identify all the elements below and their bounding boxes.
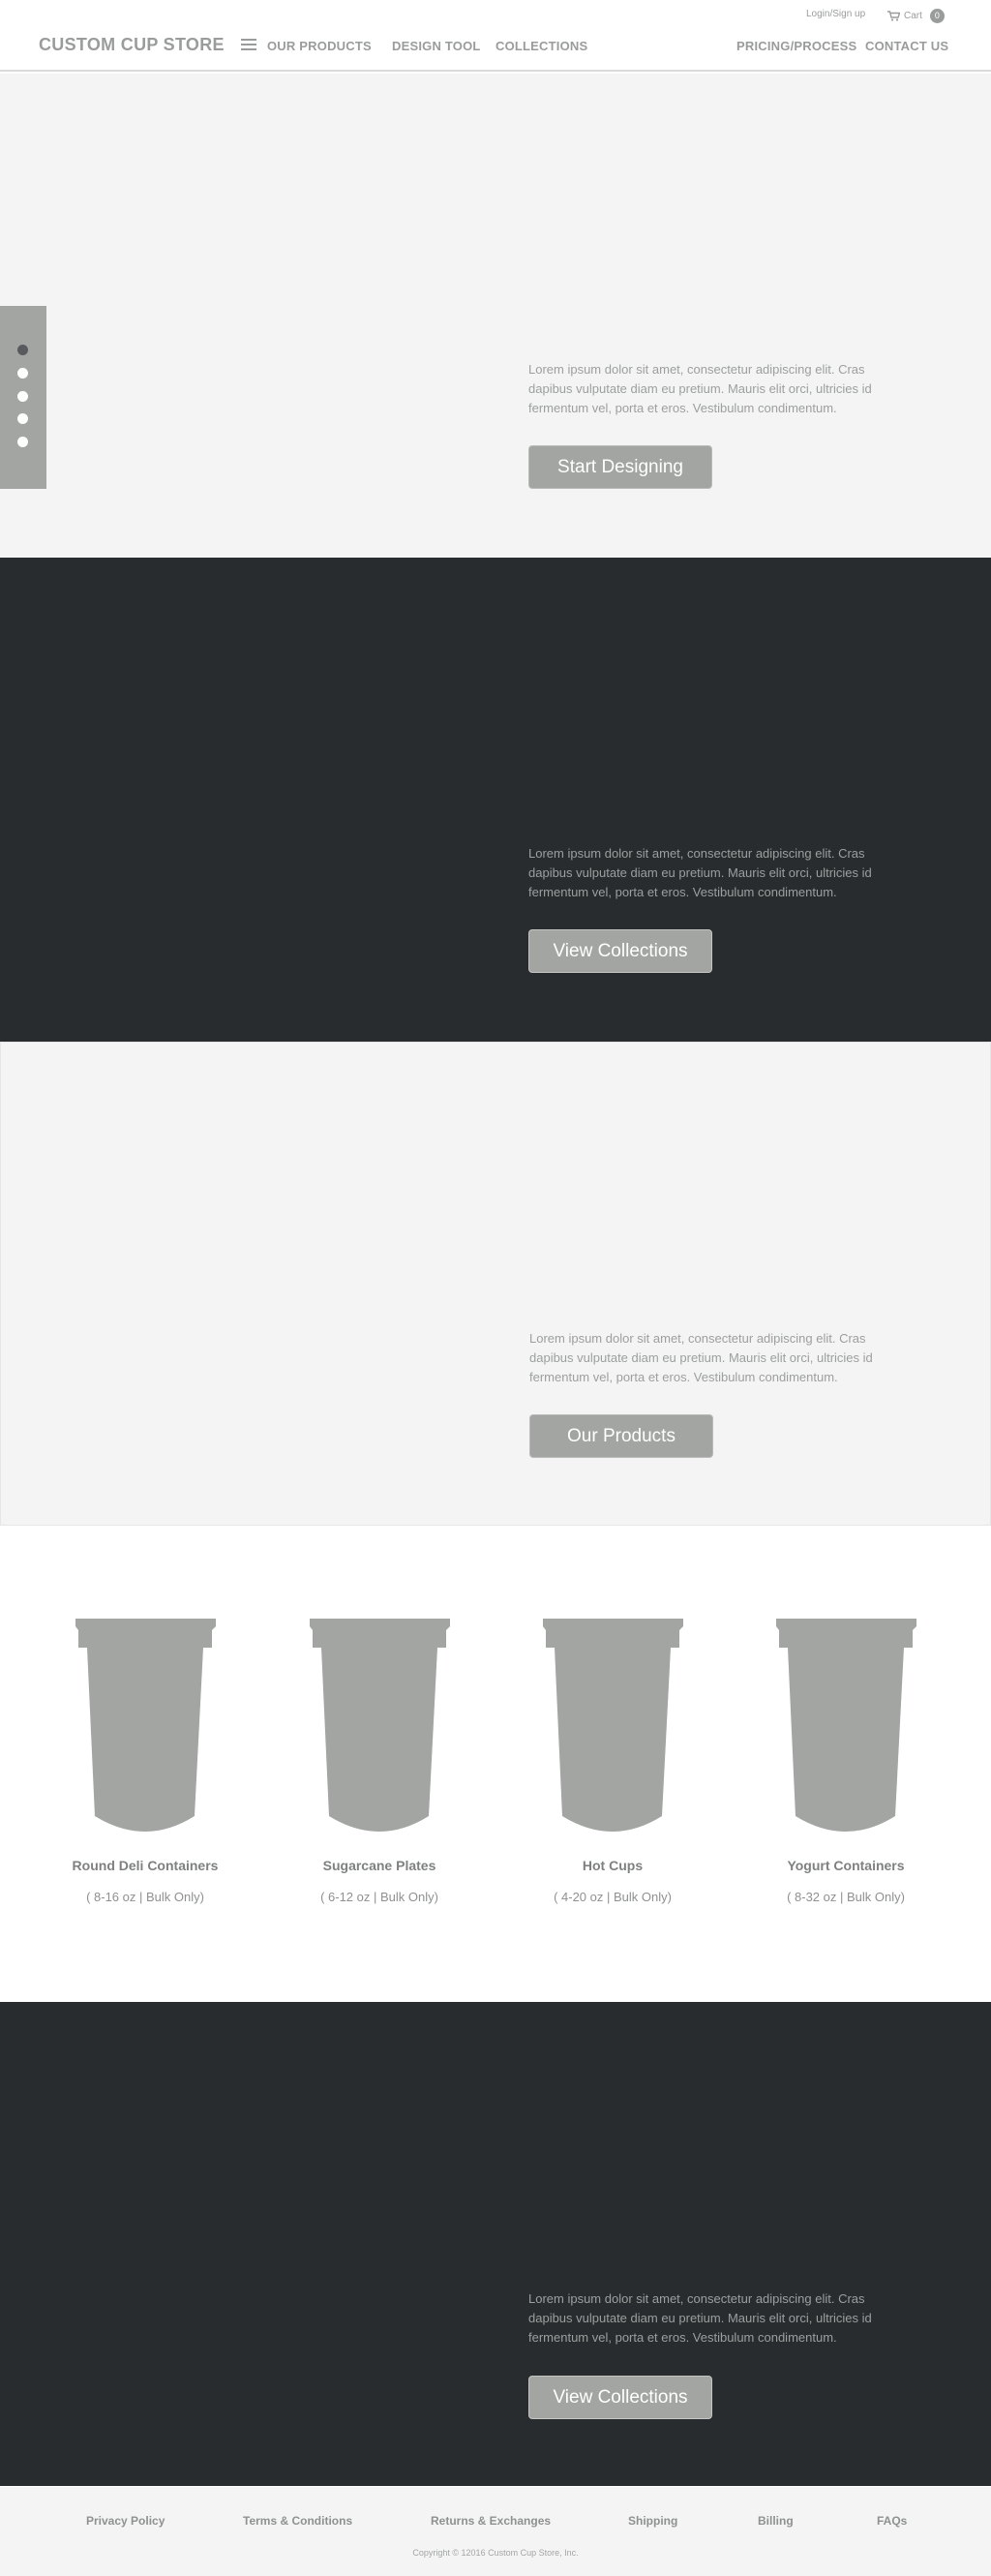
- cup-icon: [542, 1619, 683, 1832]
- cup-icon: [309, 1619, 450, 1832]
- hero-text: Lorem ipsum dolor sit amet, consectetur …: [528, 362, 872, 415]
- product-card[interactable]: Hot Cups ( 4-20 oz | Bulk Only): [516, 1619, 709, 1904]
- view-collections-button[interactable]: View Collections: [528, 2376, 712, 2419]
- product-name: Hot Cups: [582, 1858, 644, 1873]
- hero-section-2: Lorem ipsum dolor sit amet, consectetur …: [0, 558, 991, 1042]
- start-designing-button[interactable]: Start Designing: [528, 445, 712, 489]
- product-grid: Round Deli Containers ( 8-16 oz | Bulk O…: [0, 1526, 991, 2002]
- product-size: ( 8-16 oz | Bulk Only): [86, 1890, 204, 1904]
- nav-pricing-process[interactable]: PRICING/PROCESS: [736, 39, 856, 53]
- product-card[interactable]: Sugarcane Plates ( 6-12 oz | Bulk Only): [283, 1619, 476, 1904]
- slider-dots: [0, 306, 46, 489]
- footer-link-returns[interactable]: Returns & Exchanges: [431, 2514, 551, 2528]
- product-name: Sugarcane Plates: [322, 1858, 436, 1873]
- slider-dot-1[interactable]: [17, 345, 28, 355]
- hero-section-1: Lorem ipsum dolor sit amet, consectetur …: [0, 74, 991, 558]
- site-footer: Privacy Policy Terms & Conditions Return…: [0, 2487, 991, 2576]
- product-card[interactable]: Round Deli Containers ( 8-16 oz | Bulk O…: [48, 1619, 242, 1904]
- hero-text: Lorem ipsum dolor sit amet, consectetur …: [529, 1331, 873, 1384]
- footer-link-terms[interactable]: Terms & Conditions: [243, 2514, 352, 2528]
- site-logo[interactable]: CUSTOM CUP STORE: [39, 35, 225, 55]
- cup-icon: [775, 1619, 916, 1832]
- view-collections-button[interactable]: View Collections: [528, 929, 712, 973]
- hero-section-4: Lorem ipsum dolor sit amet, consectetur …: [0, 2002, 991, 2486]
- slider-dot-5[interactable]: [17, 437, 28, 447]
- site-header: Login/Sign up Cart 0 CUSTOM CUP STORE OU…: [0, 0, 991, 72]
- menu-icon[interactable]: [241, 39, 256, 51]
- product-size: ( 6-12 oz | Bulk Only): [320, 1890, 438, 1904]
- footer-link-billing[interactable]: Billing: [758, 2514, 794, 2528]
- footer-link-faqs[interactable]: FAQs: [877, 2514, 907, 2528]
- product-name: Yogurt Containers: [787, 1858, 905, 1873]
- hero-text: Lorem ipsum dolor sit amet, consectetur …: [528, 846, 872, 899]
- product-size: ( 8-32 oz | Bulk Only): [787, 1890, 905, 1904]
- footer-link-privacy-policy[interactable]: Privacy Policy: [86, 2514, 165, 2528]
- nav-design-tool[interactable]: DESIGN TOOL: [392, 39, 481, 53]
- cart-icon: [887, 11, 900, 21]
- cart-label: Cart: [904, 11, 922, 21]
- product-name: Round Deli Containers: [72, 1858, 219, 1873]
- cart-count-badge: 0: [929, 9, 945, 23]
- product-card[interactable]: Yogurt Containers ( 8-32 oz | Bulk Only): [749, 1619, 943, 1904]
- hero-section-3: Lorem ipsum dolor sit amet, consectetur …: [0, 1042, 991, 1526]
- slider-dot-3[interactable]: [17, 391, 28, 402]
- our-products-button[interactable]: Our Products: [529, 1414, 713, 1458]
- cart-link[interactable]: Cart 0: [887, 9, 945, 23]
- slider-dot-4[interactable]: [17, 413, 28, 424]
- copyright-text: Copyright © 12016 Custom Cup Store, Inc.: [412, 2548, 579, 2558]
- login-signup-link[interactable]: Login/Sign up: [806, 9, 865, 19]
- nav-contact-us[interactable]: CONTACT US: [865, 39, 948, 53]
- nav-our-products[interactable]: OUR PRODUCTS: [267, 39, 372, 53]
- cup-icon: [75, 1619, 216, 1832]
- slider-dot-2[interactable]: [17, 368, 28, 379]
- nav-collections[interactable]: COLLECTIONS: [496, 39, 587, 53]
- hero-text: Lorem ipsum dolor sit amet, consectetur …: [528, 2291, 872, 2345]
- footer-link-shipping[interactable]: Shipping: [628, 2514, 677, 2528]
- product-size: ( 4-20 oz | Bulk Only): [554, 1890, 672, 1904]
